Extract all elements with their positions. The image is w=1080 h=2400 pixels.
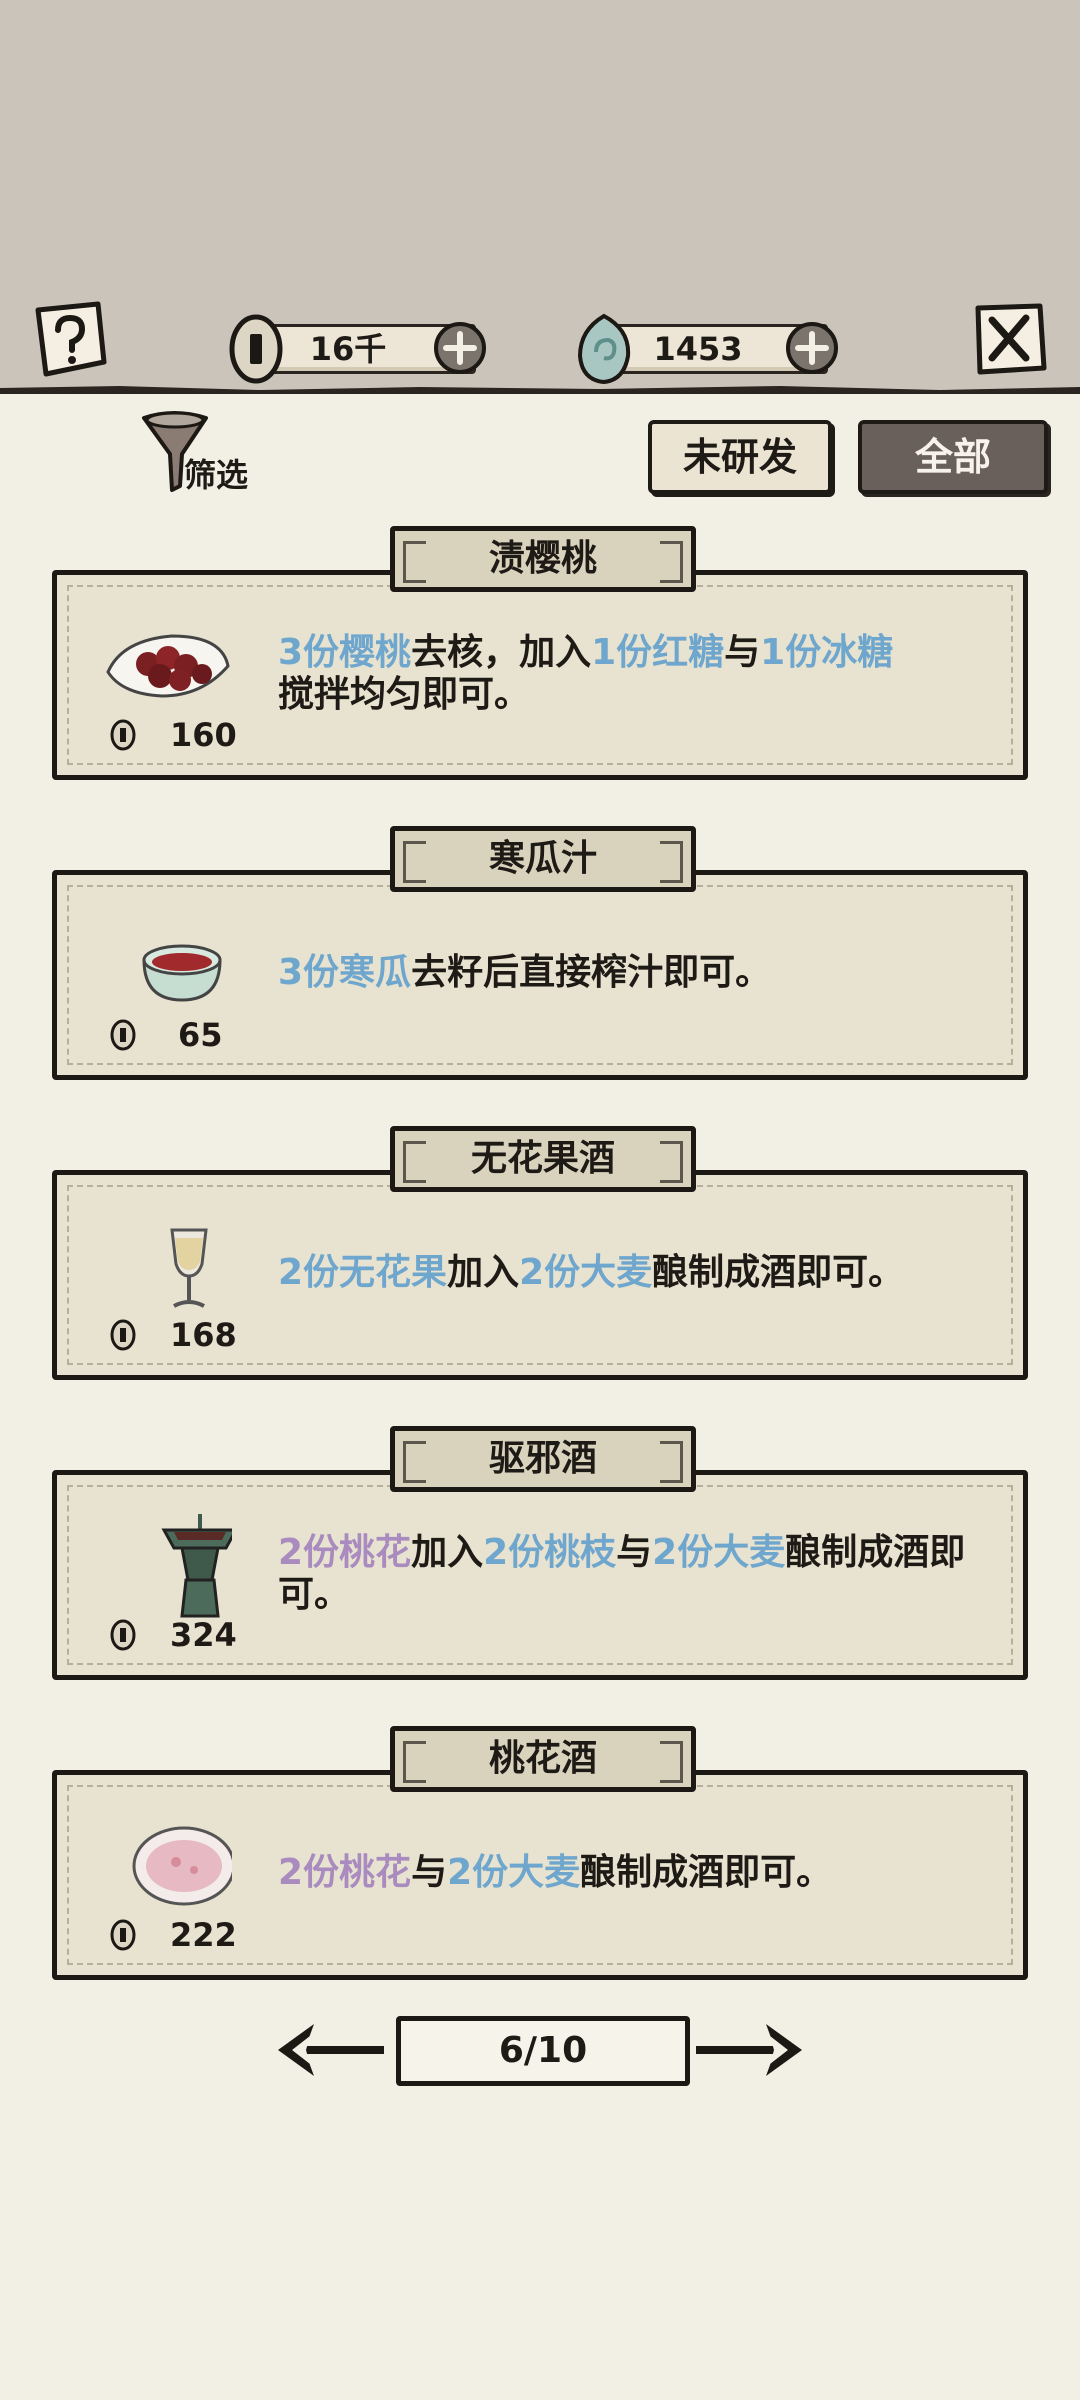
coin-icon [110, 1319, 136, 1351]
coin-icon [229, 314, 283, 384]
recipe-text: 与 [724, 632, 761, 673]
page-indicator: 6/10 [396, 2016, 690, 2086]
tab-undeveloped[interactable]: 未研发 [648, 420, 832, 494]
ingredient-text: 1份红糖 [591, 632, 725, 673]
next-page-arrow-icon[interactable] [688, 2018, 806, 2082]
recipe-text: 与 [616, 1532, 653, 1573]
recipe-description: 3份寒瓜去籽后直接榨汁即可。 [278, 952, 968, 994]
coin-icon [110, 719, 136, 751]
recipe-description: 2份桃花与2份大麦酿制成酒即可。 [278, 1852, 968, 1894]
recipe-text: 加入 [447, 1252, 520, 1293]
ingredient-text: 2份桃枝 [483, 1532, 617, 1573]
recipe-text: 与 [411, 1852, 448, 1893]
recipe-card[interactable]: 寒瓜汁 65 3份寒瓜去籽后直接榨汁即可。 [52, 826, 1028, 1084]
recipe-cost: 168 [170, 1316, 237, 1354]
filter-label: 筛选 [184, 456, 249, 494]
juice-bowl-icon [142, 944, 222, 1002]
top-bar-background [0, 0, 1080, 392]
recipe-card[interactable]: 无花果酒 168 2份无花果加入2份大麦酿制成酒即可。 [52, 1126, 1028, 1384]
recipe-text: 酿制成酒即可。 [580, 1852, 833, 1893]
prev-page-arrow-icon[interactable] [274, 2018, 392, 2082]
recipe-description: 2份无花果加入2份大麦酿制成酒即可。 [278, 1252, 968, 1294]
recipe-title: 无花果酒 [390, 1126, 696, 1192]
help-icon[interactable] [28, 298, 110, 380]
recipe-cost: 160 [170, 716, 237, 754]
ingredient-text: 3份寒瓜 [278, 952, 412, 993]
pink-bowl-icon [132, 1826, 232, 1906]
recipe-title: 驱邪酒 [390, 1426, 696, 1492]
cherry-plate-icon [106, 634, 230, 698]
recipe-text: 去籽后直接榨汁即可。 [411, 952, 772, 993]
filter-button[interactable]: 筛选 [140, 408, 270, 494]
coins-currency: 16千 [224, 314, 488, 384]
brush-edge-divider [0, 386, 1080, 394]
bronze-vessel-icon [161, 1514, 232, 1618]
recipe-card[interactable]: 桃花酒 222 2份桃花与2份大麦酿制成酒即可。 [52, 1726, 1028, 1984]
recipe-description: 2份桃花加入2份桃枝与2份大麦酿制成酒即可。 [278, 1532, 968, 1616]
recipe-card[interactable]: 驱邪酒 324 2份桃花加入2份桃枝与2份大麦酿制成酒即可。 [52, 1426, 1028, 1684]
ingredient-text: 2份大麦 [652, 1532, 786, 1573]
recipe-cost: 65 [178, 1016, 223, 1054]
recipe-text: 搅拌均匀即可。 [278, 674, 531, 715]
coin-icon [110, 1019, 136, 1051]
wine-glass-icon [170, 1228, 208, 1308]
ingredient-text: 2份桃花 [278, 1532, 412, 1573]
add-coins-button[interactable] [432, 320, 488, 376]
recipe-card[interactable]: 渍樱桃 160 3份樱桃去核，加入1份红糖与1份冰糖搅拌均匀即可。 [52, 526, 1028, 784]
ingredient-text: 2份无花果 [278, 1252, 448, 1293]
recipe-text: 加入 [411, 1532, 484, 1573]
add-jade-button[interactable] [784, 320, 840, 376]
recipe-description: 3份樱桃去核，加入1份红糖与1份冰糖搅拌均匀即可。 [278, 632, 968, 716]
recipe-cost: 222 [170, 1916, 237, 1954]
recipe-text: 酿制成酒即可。 [652, 1252, 905, 1293]
jade-currency: 1453 [572, 313, 840, 385]
close-icon[interactable] [968, 298, 1050, 380]
recipe-title: 渍樱桃 [390, 526, 696, 592]
tab-all[interactable]: 全部 [858, 420, 1048, 494]
jade-value: 1453 [653, 330, 743, 368]
ingredient-text: 1份冰糖 [760, 632, 894, 673]
recipe-title: 寒瓜汁 [390, 826, 696, 892]
jade-icon [577, 313, 631, 385]
recipe-cost: 324 [170, 1616, 237, 1654]
ingredient-text: 2份大麦 [447, 1852, 581, 1893]
pagination: 6/10 [270, 2012, 810, 2088]
coins-value: 16千 [309, 330, 387, 368]
recipe-title: 桃花酒 [390, 1726, 696, 1792]
ingredient-text: 3份樱桃 [278, 632, 412, 673]
ingredient-text: 2份大麦 [519, 1252, 653, 1293]
coin-icon [110, 1619, 136, 1651]
coin-icon [110, 1919, 136, 1951]
recipe-text: 去核，加入 [411, 632, 592, 673]
ingredient-text: 2份桃花 [278, 1852, 412, 1893]
